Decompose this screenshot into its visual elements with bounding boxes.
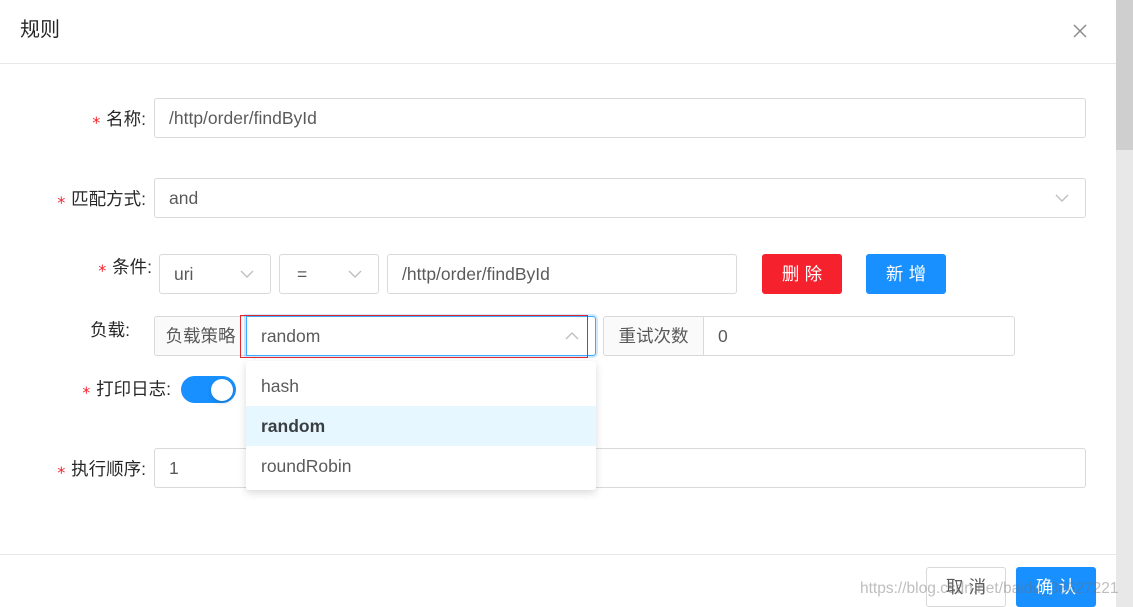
close-button[interactable] xyxy=(1064,15,1096,47)
add-condition-button[interactable]: 新增 xyxy=(866,254,946,294)
load-strategy-select[interactable]: random xyxy=(246,316,596,356)
name-input[interactable] xyxy=(154,98,1086,138)
switch-knob xyxy=(211,378,233,401)
page-scrollbar[interactable] xyxy=(1116,0,1133,607)
required-mark: * xyxy=(56,463,67,482)
match-mode-value: and xyxy=(169,188,199,208)
chevron-up-icon xyxy=(565,332,579,340)
condition-label-text: 条件: xyxy=(112,257,152,277)
name-label: * 名称: xyxy=(0,107,146,132)
condition-value-input[interactable] xyxy=(387,254,737,294)
required-mark: * xyxy=(81,383,92,402)
strategy-addon: 负载策略 xyxy=(154,316,246,356)
required-mark: * xyxy=(56,193,67,212)
footer-divider xyxy=(0,554,1116,555)
condition-field-value: uri xyxy=(174,264,194,284)
delete-condition-button[interactable]: 删除 xyxy=(762,254,842,294)
confirm-button[interactable]: 确认 xyxy=(1016,567,1096,607)
dialog-header: 规则 xyxy=(0,0,1116,64)
condition-operator-value: = xyxy=(297,264,308,284)
strategy-option-roundrobin[interactable]: roundRobin xyxy=(246,446,596,486)
print-log-label-text: 打印日志: xyxy=(96,379,171,399)
match-mode-label: * 匹配方式: xyxy=(0,187,146,212)
match-mode-select[interactable]: and xyxy=(154,178,1086,218)
retry-count-input[interactable] xyxy=(703,316,1015,356)
dialog-title: 规则 xyxy=(20,19,60,41)
chevron-down-icon xyxy=(1055,194,1069,202)
name-label-text: 名称: xyxy=(106,109,146,129)
chevron-down-icon xyxy=(348,270,362,278)
scrollbar-thumb[interactable] xyxy=(1116,0,1133,150)
condition-field-select[interactable]: uri xyxy=(159,254,271,294)
order-label: * 执行顺序: xyxy=(0,457,146,482)
strategy-option-random[interactable]: random xyxy=(246,406,596,446)
load-strategy-dropdown: hash random roundRobin xyxy=(246,361,596,490)
required-mark: * xyxy=(91,113,102,132)
print-log-switch[interactable] xyxy=(181,376,236,403)
close-icon xyxy=(1073,24,1087,38)
chevron-down-icon xyxy=(240,270,254,278)
required-mark: * xyxy=(97,261,108,280)
print-log-label: * 打印日志: xyxy=(0,377,171,402)
load-label: 负载: xyxy=(90,320,130,340)
cancel-button[interactable]: 取消 xyxy=(926,567,1006,607)
rule-dialog: 规则 *名称: *匹配方式: and *条件: uri = 删除 新增 xyxy=(0,0,1116,607)
retry-addon: 重试次数 xyxy=(603,316,703,356)
load-strategy-value: random xyxy=(261,326,321,346)
match-mode-label-text: 匹配方式: xyxy=(71,189,146,209)
strategy-option-hash[interactable]: hash xyxy=(246,366,596,406)
condition-operator-select[interactable]: = xyxy=(279,254,379,294)
condition-label: * 条件: xyxy=(0,255,152,280)
order-label-text: 执行顺序: xyxy=(71,459,146,479)
